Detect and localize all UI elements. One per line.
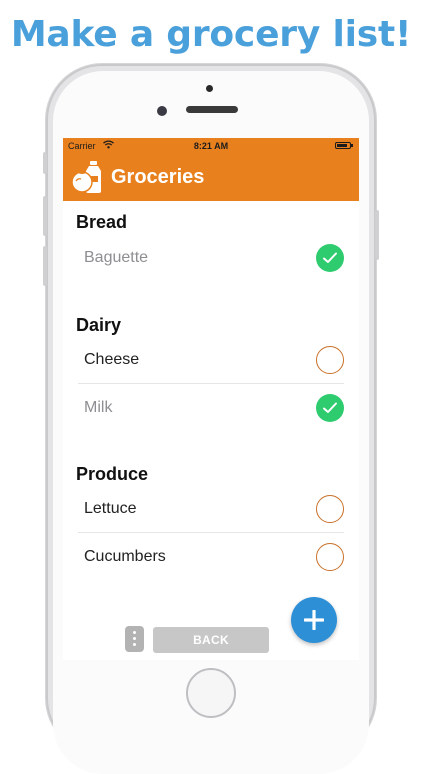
list-item-cucumbers[interactable]: Cucumbers bbox=[78, 533, 344, 581]
proximity-sensor bbox=[206, 85, 213, 92]
list-item-milk[interactable]: Milk bbox=[78, 384, 344, 432]
vertical-dots-icon-dot bbox=[133, 637, 136, 640]
volume-up-button bbox=[43, 196, 47, 236]
empty-circle-icon[interactable] bbox=[316, 495, 344, 523]
item-name: Lettuce bbox=[84, 500, 137, 517]
battery-icon bbox=[335, 142, 353, 149]
grocery-list: Bread Baguette Dairy Cheese Milk Produce… bbox=[63, 201, 359, 660]
list-item-cheese[interactable]: Cheese bbox=[78, 336, 344, 384]
checkmark-icon[interactable] bbox=[316, 244, 344, 272]
volume-down-button bbox=[43, 246, 47, 286]
add-item-button[interactable] bbox=[291, 597, 337, 643]
status-time: 8:21 AM bbox=[193, 141, 229, 151]
checkmark-icon[interactable] bbox=[316, 394, 344, 422]
list-item-lettuce[interactable]: Lettuce bbox=[78, 485, 344, 533]
vertical-dots-icon-dot bbox=[133, 643, 136, 646]
front-camera bbox=[157, 106, 167, 116]
list-item-baguette[interactable]: Baguette bbox=[78, 234, 344, 282]
empty-circle-icon[interactable] bbox=[316, 543, 344, 571]
nav-bar: Groceries bbox=[63, 154, 359, 201]
empty-circle-icon[interactable] bbox=[316, 346, 344, 374]
vertical-dots-icon bbox=[133, 631, 136, 634]
plus-icon bbox=[304, 610, 324, 630]
earpiece-speaker bbox=[186, 106, 238, 113]
home-button[interactable] bbox=[186, 668, 236, 718]
nav-title: Groceries bbox=[111, 166, 205, 188]
power-button bbox=[375, 210, 379, 260]
app-screen: Carrier 8:21 AM Groceries Bread Baguette… bbox=[63, 138, 359, 660]
item-name: Baguette bbox=[84, 249, 149, 266]
item-name: Cheese bbox=[84, 351, 140, 368]
item-name: Milk bbox=[84, 399, 113, 416]
status-bar: Carrier 8:21 AM bbox=[63, 138, 359, 154]
section-title-dairy: Dairy bbox=[76, 315, 122, 335]
section-title-produce: Produce bbox=[76, 464, 149, 484]
groceries-app-icon bbox=[71, 161, 101, 193]
mute-switch bbox=[43, 152, 47, 174]
item-name: Cucumbers bbox=[84, 548, 166, 565]
section-title-bread: Bread bbox=[76, 212, 128, 232]
back-button[interactable]: BACK bbox=[153, 627, 269, 653]
more-options-button[interactable] bbox=[125, 626, 144, 652]
headline: Make a grocery list! bbox=[10, 14, 412, 55]
